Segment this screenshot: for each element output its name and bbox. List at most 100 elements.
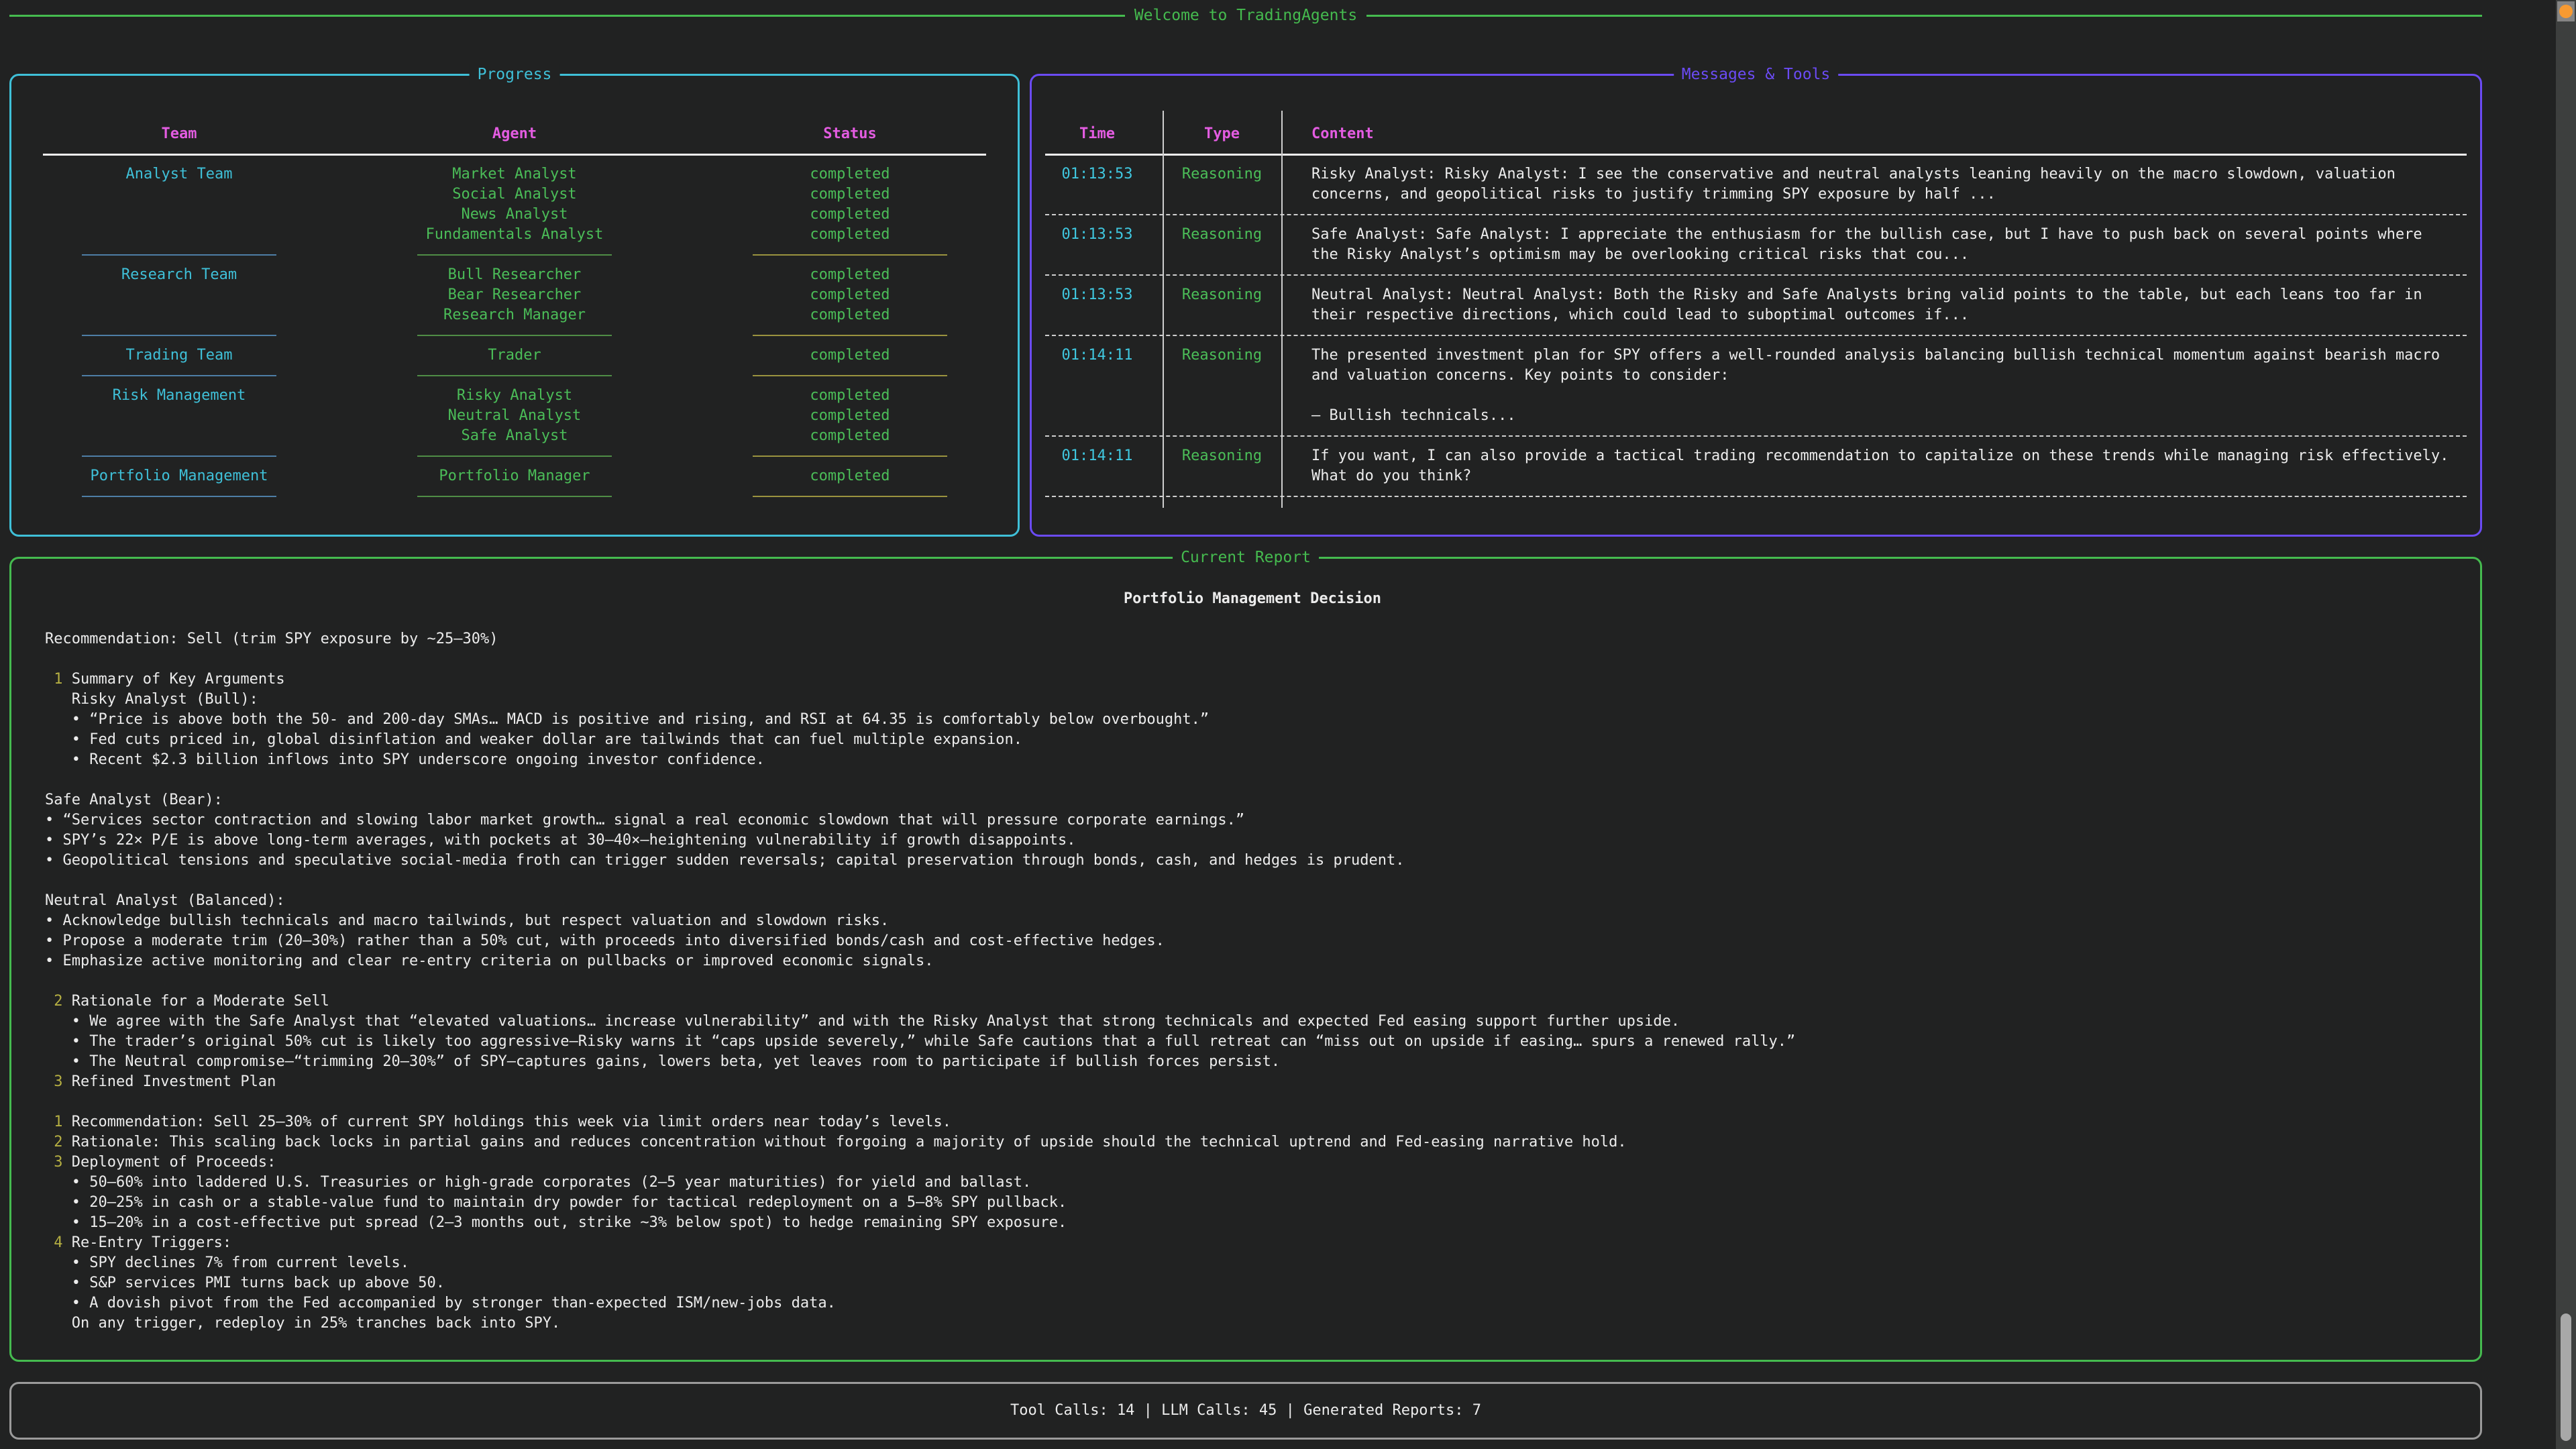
- team-header: Team: [11, 124, 347, 144]
- status-cell: completed: [682, 265, 1018, 285]
- report-line: 1 Summary of Key Arguments: [45, 669, 2460, 690]
- agent-cell: Social Analyst: [347, 184, 682, 205]
- report-blank-line: [45, 971, 2460, 991]
- list-number: 3: [45, 1073, 63, 1090]
- message-row: 01:13:53ReasoningNeutral Analyst: Neutra…: [1032, 285, 2480, 325]
- message-row: 01:13:53ReasoningRisky Analyst: Risky An…: [1032, 164, 2480, 205]
- report-line-text: Deployment of Proceeds:: [63, 1154, 276, 1171]
- status-cell: completed: [682, 426, 1018, 446]
- agent-cell: Bull Researcher: [347, 265, 682, 285]
- status-cell: completed: [682, 406, 1018, 426]
- list-number: 2: [45, 993, 63, 1010]
- progress-row: Research TeamBull Researchercompleted: [11, 265, 1018, 285]
- status-cell: completed: [682, 305, 1018, 325]
- progress-row: Risk ManagementRisky Analystcompleted: [11, 386, 1018, 406]
- report-line: Recommendation: Sell (trim SPY exposure …: [45, 629, 2460, 649]
- message-row: 01:14:11ReasoningIf you want, I can also…: [1032, 446, 2480, 486]
- progress-row: News Analystcompleted: [11, 205, 1018, 225]
- agent-cell: News Analyst: [347, 205, 682, 225]
- report-line: 3 Refined Investment Plan: [45, 1072, 2460, 1092]
- footer-panel: Tool Calls: 14 | LLM Calls: 45 | Generat…: [9, 1382, 2482, 1440]
- status-cell: completed: [682, 205, 1018, 225]
- time-header: Time: [1032, 124, 1163, 144]
- progress-group-separator: [11, 245, 1018, 265]
- terminal-screen: { "welcome": { "title": "Welcome to Trad…: [0, 0, 2576, 1449]
- message-row-separator: [1032, 205, 2480, 225]
- progress-group-separator: [11, 325, 1018, 345]
- report-panel: Current Report Portfolio Management Deci…: [9, 557, 2482, 1362]
- time-cell: 01:13:53: [1032, 285, 1163, 325]
- agent-cell: Fundamentals Analyst: [347, 225, 682, 245]
- message-row-separator: [1032, 265, 2480, 285]
- time-cell: 01:13:53: [1032, 164, 1163, 205]
- type-cell: Reasoning: [1163, 285, 1281, 325]
- type-header: Type: [1163, 124, 1281, 144]
- scroll-indicator: [2557, 1, 2575, 21]
- scrollbar[interactable]: [2556, 0, 2576, 1449]
- report-panel-title: Current Report: [1173, 547, 1319, 568]
- progress-panel: Progress TeamAgentStatusAnalyst TeamMark…: [9, 74, 1020, 537]
- list-number: 4: [45, 1234, 63, 1251]
- report-line: • We agree with the Safe Analyst that “e…: [45, 1012, 2460, 1032]
- progress-table: TeamAgentStatus Analyst TeamMarket Analys…: [11, 76, 1018, 506]
- report-line: 1 Recommendation: Sell 25–30% of current…: [45, 1112, 2460, 1132]
- team-cell: [11, 225, 347, 245]
- progress-group-separator: [11, 486, 1018, 506]
- agent-cell: Market Analyst: [347, 164, 682, 184]
- progress-row: Analyst TeamMarket Analystcompleted: [11, 164, 1018, 184]
- report-line: Safe Analyst (Bear):: [45, 790, 2460, 810]
- progress-header-row: TeamAgentStatus: [11, 124, 1018, 144]
- report-line-text: Rationale for a Moderate Sell: [63, 993, 329, 1010]
- content-cell: Neutral Analyst: Neutral Analyst: Both t…: [1281, 285, 2480, 325]
- report-line-text: Re-Entry Triggers:: [63, 1234, 232, 1251]
- report-line: On any trigger, redeploy in 25% tranches…: [45, 1313, 2460, 1334]
- list-number: 3: [45, 1154, 63, 1171]
- status-cell: completed: [682, 184, 1018, 205]
- terminal-content: Welcome to TradingAgents Progress TeamAg…: [0, 0, 2576, 1440]
- report-line: Risky Analyst (Bull):: [45, 690, 2460, 710]
- welcome-banner: Welcome to TradingAgents: [9, 5, 2482, 25]
- progress-row: Research Managercompleted: [11, 305, 1018, 325]
- messages-header-row: TimeTypeContent: [1032, 124, 2480, 144]
- column-divider: [1281, 111, 1283, 508]
- report-line-text: Summary of Key Arguments: [63, 671, 285, 688]
- status-cell: completed: [682, 225, 1018, 245]
- content-cell: The presented investment plan for SPY of…: [1281, 345, 2480, 426]
- report-blank-line: [45, 649, 2460, 669]
- messages-header-separator: [1032, 144, 2480, 164]
- report-line: • The Neutral compromise—“trimming 20–30…: [45, 1052, 2460, 1072]
- team-cell: [11, 426, 347, 446]
- report-line: 4 Re-Entry Triggers:: [45, 1233, 2460, 1253]
- team-cell: Research Team: [11, 265, 347, 285]
- progress-group-separator: [11, 366, 1018, 386]
- agent-cell: Research Manager: [347, 305, 682, 325]
- orange-dot-icon: [2559, 5, 2573, 18]
- type-cell: Reasoning: [1163, 164, 1281, 205]
- status-cell: completed: [682, 285, 1018, 305]
- report-line: • SPY declines 7% from current levels.: [45, 1253, 2460, 1273]
- report-line: • Fed cuts priced in, global disinflatio…: [45, 730, 2460, 750]
- agent-cell: Risky Analyst: [347, 386, 682, 406]
- scrollbar-thumb[interactable]: [2561, 1313, 2571, 1441]
- message-row-separator: [1032, 486, 2480, 506]
- report-line: • “Price is above both the 50- and 200-d…: [45, 710, 2460, 730]
- team-cell: [11, 285, 347, 305]
- status-cell: completed: [682, 466, 1018, 486]
- team-cell: [11, 184, 347, 205]
- report-line: Neutral Analyst (Balanced):: [45, 891, 2460, 911]
- messages-table: TimeTypeContent 01:13:53ReasoningRisky An…: [1032, 76, 2480, 506]
- time-cell: 01:13:53: [1032, 225, 1163, 265]
- report-line: • 20–25% in cash or a stable-value fund …: [45, 1193, 2460, 1213]
- agent-header: Agent: [347, 124, 682, 144]
- report-blank-line: [45, 609, 2460, 629]
- report-blank-line: [45, 770, 2460, 790]
- content-cell: If you want, I can also provide a tactic…: [1281, 446, 2480, 486]
- progress-row: Trading TeamTradercompleted: [11, 345, 1018, 366]
- agent-cell: Safe Analyst: [347, 426, 682, 446]
- list-number: 1: [45, 1114, 63, 1130]
- report-line: • A dovish pivot from the Fed accompanie…: [45, 1293, 2460, 1313]
- report-line: • The trader’s original 50% cut is likel…: [45, 1032, 2460, 1052]
- status-cell: completed: [682, 386, 1018, 406]
- message-row: 01:14:11ReasoningThe presented investmen…: [1032, 345, 2480, 426]
- team-cell: [11, 305, 347, 325]
